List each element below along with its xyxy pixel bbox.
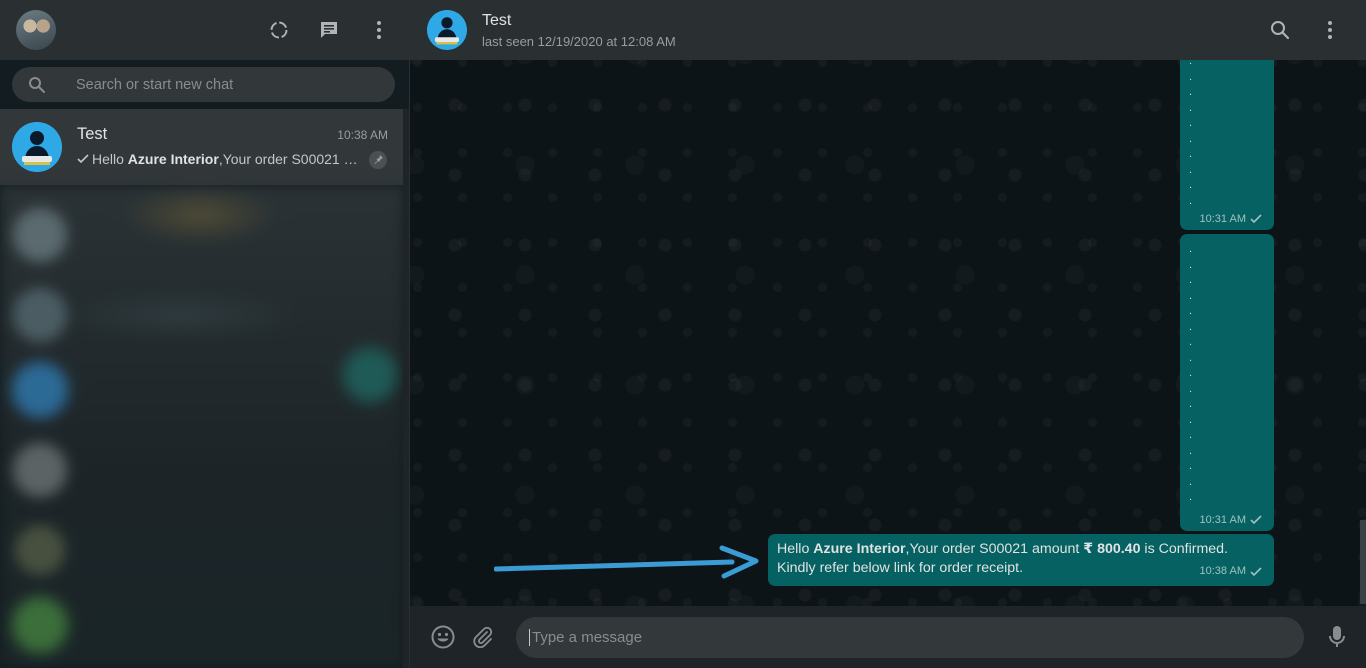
chat-list-item[interactable]: Test 10:38 AM Hello Azure Interior,Your …: [0, 109, 409, 185]
conversation-pane: Test last seen 12/19/2020 at 12:08 AM ..…: [410, 0, 1366, 668]
message-input-wrap[interactable]: [516, 616, 1304, 658]
message-bubble-dots[interactable]: ................. 10:31 AM: [1180, 234, 1274, 531]
message-bubble-dots[interactable]: .......... 10:31 AM: [1180, 60, 1274, 230]
message-input[interactable]: [529, 628, 1304, 646]
contact-avatar: [12, 122, 62, 172]
message-time: 10:38 AM: [1200, 562, 1262, 581]
preview-suffix: ,Your order S00021 amount ₹ 800.40 is Co…: [218, 151, 360, 167]
chat-name: Test: [77, 124, 108, 143]
composer-bar: [410, 606, 1366, 668]
chat-list-pane: Test 10:38 AM Hello Azure Interior,Your …: [0, 0, 410, 668]
message-time: 10:31 AM: [1200, 514, 1262, 526]
dots-column: ..........: [1189, 60, 1193, 207]
chat-time: 10:38 AM: [337, 127, 388, 142]
search-input[interactable]: [76, 76, 366, 93]
sent-check-icon: [1250, 214, 1262, 224]
search-bar: [0, 60, 409, 109]
my-profile-avatar[interactable]: [16, 10, 56, 50]
message-line-2: Kindly refer below link for order receip…: [777, 560, 1024, 576]
contact-name: Test: [482, 11, 512, 29]
message-area[interactable]: .......... 10:31 AM ................. 10…: [410, 60, 1366, 606]
preview-bold: Azure Interior: [127, 151, 219, 167]
chat-list-scrollbar[interactable]: [403, 118, 409, 668]
emoji-icon[interactable]: [430, 624, 456, 650]
menu-icon[interactable]: [367, 18, 391, 42]
message-time: 10:31 AM: [1200, 213, 1262, 225]
message-line-1: Hello Azure Interior,Your order S00021 a…: [777, 541, 1228, 557]
message-bubble-order[interactable]: Hello Azure Interior,Your order S00021 a…: [768, 534, 1274, 586]
annotation-arrow: [494, 545, 759, 579]
chat-preview: Hello Azure Interior,Your order S00021 a…: [77, 151, 360, 168]
sent-check-icon: [1250, 566, 1262, 576]
blurred-chat-list: [0, 185, 404, 668]
attach-icon[interactable]: [470, 624, 496, 650]
sent-check-icon: [1250, 515, 1262, 525]
mic-icon[interactable]: [1324, 624, 1350, 650]
pin-icon: [368, 150, 388, 170]
sidebar-header: [0, 0, 409, 60]
sent-check-icon: [77, 154, 89, 164]
status-icon[interactable]: [267, 18, 291, 42]
search-box[interactable]: [12, 67, 395, 102]
search-icon: [28, 76, 46, 94]
new-chat-icon[interactable]: [317, 18, 341, 42]
conversation-scrollbar[interactable]: [1360, 520, 1366, 604]
preview-prefix: Hello: [92, 151, 128, 167]
contact-last-seen: last seen 12/19/2020 at 12:08 AM: [482, 33, 676, 49]
conversation-header[interactable]: Test last seen 12/19/2020 at 12:08 AM: [410, 0, 1366, 60]
whatsapp-web-app: Test 10:38 AM Hello Azure Interior,Your …: [0, 0, 1366, 668]
contact-header-avatar[interactable]: [427, 10, 467, 50]
dots-column: .................: [1189, 243, 1193, 503]
menu-icon[interactable]: [1318, 18, 1342, 42]
search-icon[interactable]: [1268, 18, 1292, 42]
